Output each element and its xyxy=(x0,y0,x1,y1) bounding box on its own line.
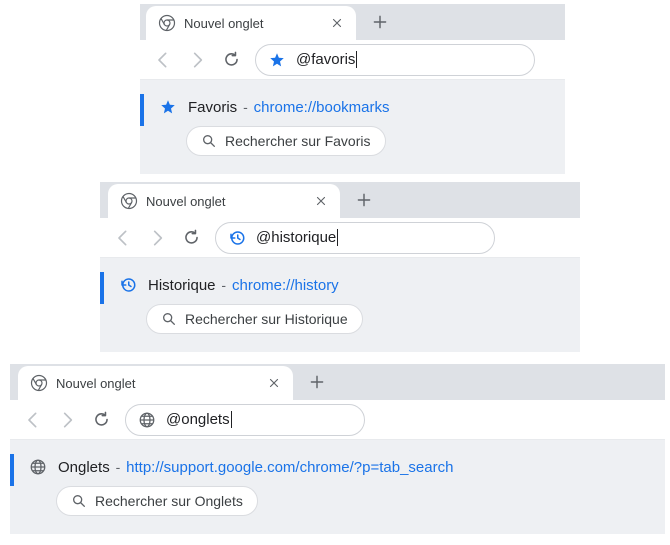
omnibox-text: @favoris xyxy=(296,51,357,69)
reload-button[interactable] xyxy=(182,228,201,247)
suggestion-panel: Onglets - http://support.google.com/chro… xyxy=(10,440,665,534)
star-icon xyxy=(158,98,178,116)
chrome-icon xyxy=(120,192,138,210)
search-icon xyxy=(71,493,87,509)
suggestion-panel: Favoris - chrome://bookmarks Rechercher … xyxy=(140,80,565,174)
browser-snippet-historique: Nouvel onglet @historique Historique - c… xyxy=(100,182,580,352)
toolbar: @onglets xyxy=(10,400,665,440)
browser-tab[interactable]: Nouvel onglet xyxy=(108,184,340,218)
tab-title: Nouvel onglet xyxy=(56,376,259,391)
new-tab-button[interactable] xyxy=(366,8,394,36)
omnibox[interactable]: @historique xyxy=(215,222,495,254)
back-button[interactable] xyxy=(114,228,134,248)
suggestion-url: http://support.google.com/chrome/?p=tab_… xyxy=(126,459,453,476)
chip-label: Rechercher sur Historique xyxy=(185,311,348,327)
suggestion-row[interactable]: Historique - chrome://history xyxy=(100,272,580,304)
tab-close-button[interactable] xyxy=(314,194,328,208)
back-button[interactable] xyxy=(24,410,44,430)
reload-button[interactable] xyxy=(222,50,241,69)
chip-label: Rechercher sur Favoris xyxy=(225,133,371,149)
history-icon xyxy=(228,229,246,247)
suggestion-url: chrome://history xyxy=(232,277,339,294)
suggestion-label: Favoris xyxy=(188,99,237,116)
tab-strip: Nouvel onglet xyxy=(140,4,565,40)
omnibox-text: @historique xyxy=(256,229,338,247)
toolbar: @favoris xyxy=(140,40,565,80)
suggestion-row[interactable]: Onglets - http://support.google.com/chro… xyxy=(10,454,665,486)
suggestion-label: Onglets xyxy=(58,459,110,476)
browser-snippet-onglets: Nouvel onglet @onglets Onglets - http://… xyxy=(10,364,665,534)
tab-close-button[interactable] xyxy=(267,376,281,390)
forward-button[interactable] xyxy=(148,228,168,248)
history-icon xyxy=(118,276,138,294)
forward-button[interactable] xyxy=(58,410,78,430)
new-tab-button[interactable] xyxy=(303,368,331,396)
search-icon xyxy=(161,311,177,327)
tab-strip: Nouvel onglet xyxy=(10,364,665,400)
omnibox[interactable]: @favoris xyxy=(255,44,535,76)
globe-icon xyxy=(28,458,48,476)
new-tab-button[interactable] xyxy=(350,186,378,214)
browser-snippet-favoris: Nouvel onglet @favoris Favoris - chrome:… xyxy=(140,4,565,174)
chrome-icon xyxy=(30,374,48,392)
suggestion-url: chrome://bookmarks xyxy=(254,99,390,116)
search-icon xyxy=(201,133,217,149)
star-icon xyxy=(268,51,286,69)
search-chip[interactable]: Rechercher sur Favoris xyxy=(186,126,386,156)
reload-button[interactable] xyxy=(92,410,111,429)
suggestion-panel: Historique - chrome://history Rechercher… xyxy=(100,258,580,352)
forward-button[interactable] xyxy=(188,50,208,70)
back-button[interactable] xyxy=(154,50,174,70)
suggestion-row[interactable]: Favoris - chrome://bookmarks xyxy=(140,94,565,126)
omnibox-text: @onglets xyxy=(166,411,232,429)
search-chip[interactable]: Rechercher sur Onglets xyxy=(56,486,258,516)
tab-close-button[interactable] xyxy=(330,16,344,30)
tab-title: Nouvel onglet xyxy=(184,16,322,31)
chip-label: Rechercher sur Onglets xyxy=(95,493,243,509)
toolbar: @historique xyxy=(100,218,580,258)
suggestion-label: Historique xyxy=(148,277,216,294)
tab-strip: Nouvel onglet xyxy=(100,182,580,218)
search-chip[interactable]: Rechercher sur Historique xyxy=(146,304,363,334)
tab-title: Nouvel onglet xyxy=(146,194,306,209)
chrome-icon xyxy=(158,14,176,32)
omnibox[interactable]: @onglets xyxy=(125,404,365,436)
browser-tab[interactable]: Nouvel onglet xyxy=(146,6,356,40)
browser-tab[interactable]: Nouvel onglet xyxy=(18,366,293,400)
globe-icon xyxy=(138,411,156,429)
